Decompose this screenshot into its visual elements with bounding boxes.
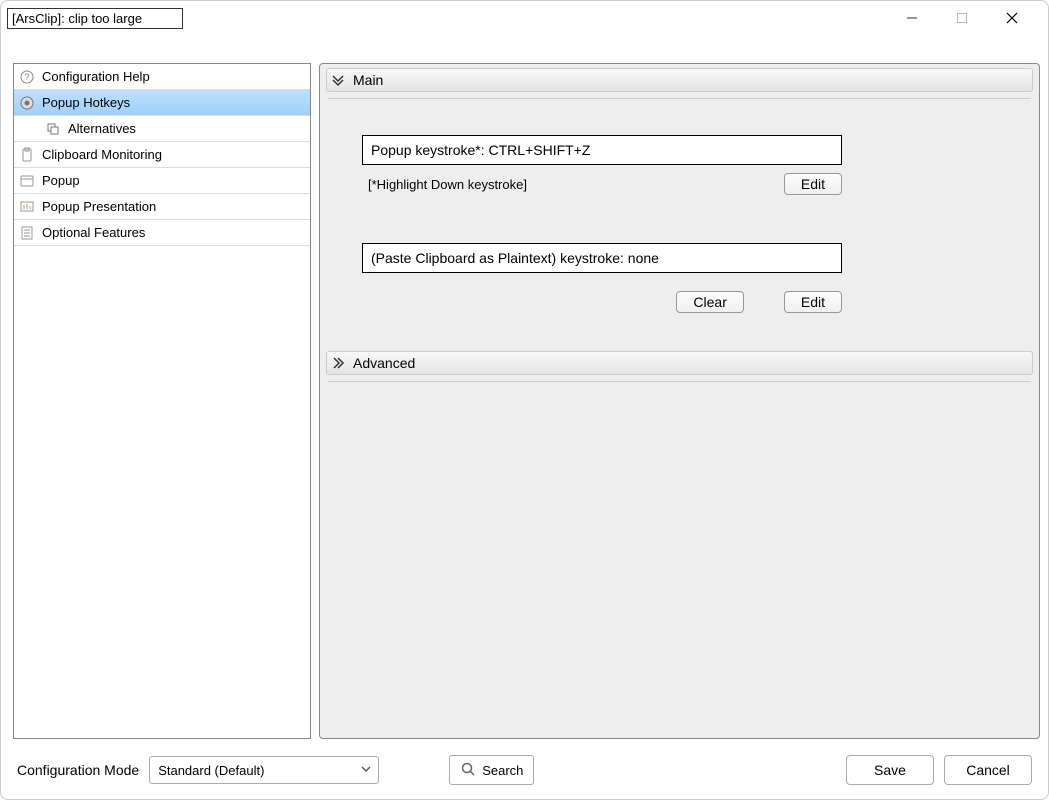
presentation-icon: [18, 198, 36, 216]
sidebar: ? Configuration Help Popup Hotkeys Alter…: [13, 63, 311, 739]
sidebar-item-popup-hotkeys[interactable]: Popup Hotkeys: [14, 90, 310, 116]
divider: [328, 98, 1031, 99]
sidebar-item-alternatives[interactable]: Alternatives: [14, 116, 310, 142]
features-icon: [18, 224, 36, 242]
section-title: Advanced: [353, 355, 415, 371]
sidebar-item-config-help[interactable]: ? Configuration Help: [14, 64, 310, 90]
footer: Configuration Mode Standard (Default) Se…: [1, 747, 1048, 799]
spacer: [326, 333, 1033, 351]
popup-keystroke-field: Popup keystroke*: CTRL+SHIFT+Z: [362, 135, 842, 165]
svg-text:?: ?: [24, 72, 29, 82]
popup-keystroke-row: [*Highlight Down keystroke] Edit: [362, 165, 842, 203]
alternatives-icon: [44, 120, 62, 138]
clear-button[interactable]: Clear: [676, 291, 743, 313]
section-body-main: Popup keystroke*: CTRL+SHIFT+Z [*Highlig…: [326, 105, 1033, 333]
window: [ArsClip]: clip too large ? Configuratio…: [0, 0, 1049, 800]
sidebar-item-popup[interactable]: Popup: [14, 168, 310, 194]
main-panel: Main Popup keystroke*: CTRL+SHIFT+Z [*Hi…: [319, 63, 1040, 739]
config-mode-combo[interactable]: Standard (Default): [149, 756, 379, 784]
chevron-down-icon: [331, 73, 345, 87]
sidebar-item-label: Popup Hotkeys: [42, 95, 130, 110]
chevron-down-icon: [360, 763, 372, 778]
search-label: Search: [482, 763, 523, 778]
sidebar-item-label: Configuration Help: [42, 69, 150, 84]
highlight-hint: [*Highlight Down keystroke]: [362, 177, 527, 192]
sidebar-item-label: Clipboard Monitoring: [42, 147, 162, 162]
clipboard-icon: [18, 146, 36, 164]
save-button[interactable]: Save: [846, 755, 934, 785]
content: ? Configuration Help Popup Hotkeys Alter…: [1, 35, 1048, 799]
section-title: Main: [353, 72, 383, 88]
sidebar-item-label: Popup: [42, 173, 80, 188]
paste-keystroke-buttons: Clear Edit: [362, 273, 842, 313]
hotkey-icon: [18, 94, 36, 112]
paste-keystroke-field: (Paste Clipboard as Plaintext) keystroke…: [362, 243, 842, 273]
sidebar-item-optional-features[interactable]: Optional Features: [14, 220, 310, 246]
divider: [328, 381, 1031, 382]
help-icon: ?: [18, 68, 36, 86]
spacer: [362, 203, 1005, 243]
sidebar-item-popup-presentation[interactable]: Popup Presentation: [14, 194, 310, 220]
cancel-button[interactable]: Cancel: [944, 755, 1032, 785]
edit-paste-keystroke-button[interactable]: Edit: [784, 291, 842, 313]
close-button[interactable]: [992, 4, 1032, 32]
search-icon: [460, 761, 476, 780]
config-mode-value: Standard (Default): [158, 763, 264, 778]
chevron-right-icon: [331, 356, 345, 370]
section-header-main[interactable]: Main: [326, 68, 1033, 92]
sidebar-item-label: Alternatives: [68, 121, 136, 136]
search-button[interactable]: Search: [449, 755, 534, 785]
maximize-button[interactable]: [942, 4, 982, 32]
section-header-advanced[interactable]: Advanced: [326, 351, 1033, 375]
sidebar-item-label: Popup Presentation: [42, 199, 156, 214]
sidebar-item-label: Optional Features: [42, 225, 145, 240]
config-mode-label: Configuration Mode: [17, 762, 139, 778]
minimize-button[interactable]: [892, 4, 932, 32]
window-title: [ArsClip]: clip too large: [7, 8, 183, 29]
window-controls: [892, 4, 1044, 32]
titlebar: [ArsClip]: clip too large: [1, 1, 1048, 35]
panes: ? Configuration Help Popup Hotkeys Alter…: [1, 35, 1048, 747]
edit-popup-keystroke-button[interactable]: Edit: [784, 173, 842, 195]
sidebar-item-clipboard-monitoring[interactable]: Clipboard Monitoring: [14, 142, 310, 168]
popup-icon: [18, 172, 36, 190]
